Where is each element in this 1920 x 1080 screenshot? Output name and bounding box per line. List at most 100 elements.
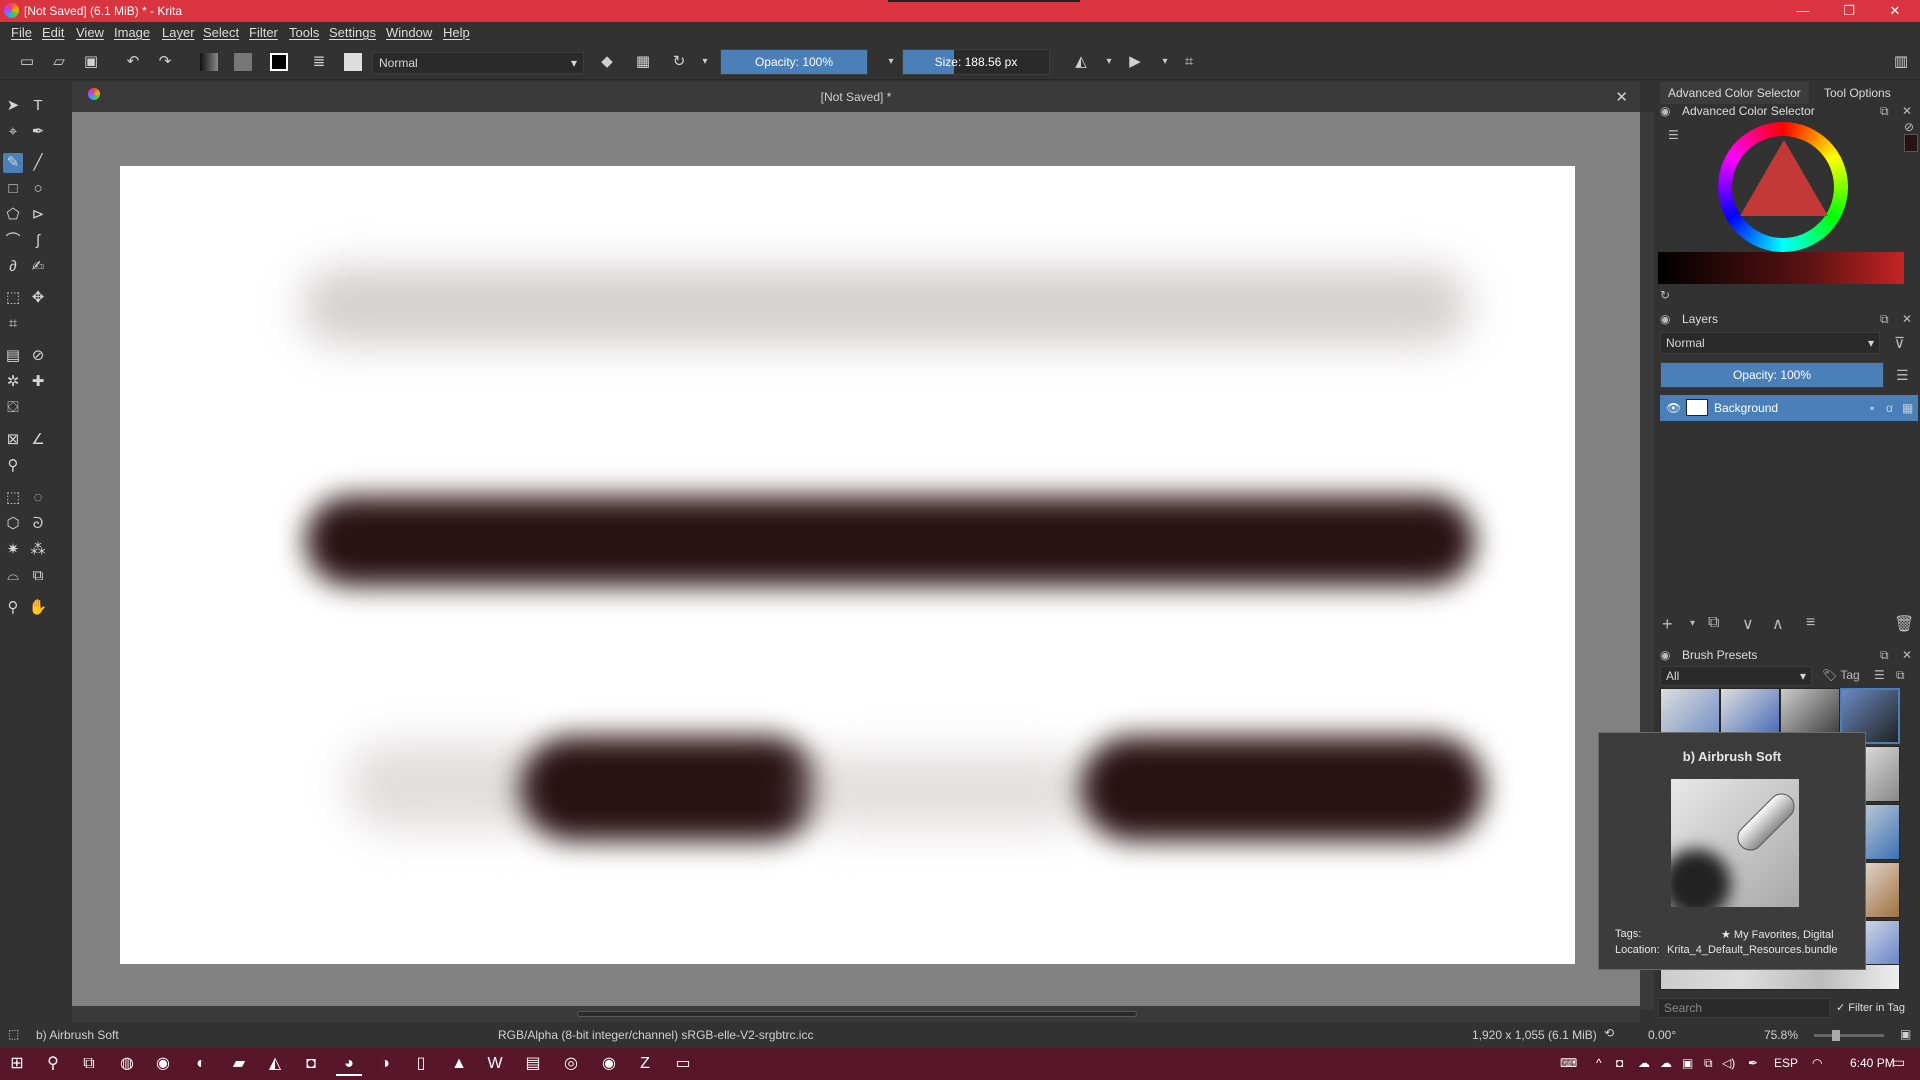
edit-shapes-tool-icon[interactable]: ⌖ [3,122,23,142]
menu-window[interactable]: Window [386,25,432,40]
pen-icon[interactable]: ✒ [1748,1056,1758,1070]
lock-icon[interactable]: ◉ [1660,648,1670,662]
layer-properties-icon[interactable]: ≡ [1806,614,1815,632]
word-icon[interactable]: W [482,1052,508,1076]
alpha-inherit-icon[interactable]: α [1886,401,1893,415]
zoom-tool-icon[interactable]: ⚲ [3,598,23,618]
menu-file[interactable]: File [11,25,32,40]
float-icon[interactable]: ⧉ [1880,104,1889,119]
chevron-down-icon[interactable]: ▾ [1100,53,1118,71]
task-view-icon[interactable]: ⧉ [76,1052,102,1076]
view-mode-icon[interactable]: ☰ [1874,668,1885,682]
document-tab[interactable]: [Not Saved] * ✕ [72,82,1640,112]
menu-tools[interactable]: Tools [289,25,319,40]
saturation-triangle[interactable] [1740,140,1828,216]
size-slider[interactable]: Size: 188.56 px [902,49,1050,75]
bezier-select-tool-icon[interactable]: ⌓ [3,566,23,586]
color-selector-settings-icon[interactable]: ☰ [1668,128,1679,142]
hue-ring[interactable] [1718,122,1848,252]
menu-image[interactable]: Image [114,25,150,40]
measure-tool-icon[interactable]: ∠ [28,430,48,450]
color-shade-strip[interactable] [1658,252,1904,284]
bezier-tool-icon[interactable]: ⌒ [3,231,23,251]
reference-images-tool-icon[interactable]: ⚲ [3,456,23,476]
usb-icon[interactable]: ⧉ [1704,1056,1713,1071]
transform-tool-icon[interactable]: ⬚ [3,288,23,308]
multibrush-tool-icon[interactable]: ✍ [28,257,48,277]
layer-blend-select[interactable]: Normal ▾ [1660,332,1880,354]
cloud-icon[interactable]: ☁ [1660,1056,1672,1070]
dynamic-brush-tool-icon[interactable]: ∂ [3,257,23,277]
close-icon[interactable]: ✕ [1902,312,1912,326]
polygon-select-tool-icon[interactable]: ⬡ [3,514,23,534]
keyboard-icon[interactable]: ⌨ [1560,1056,1577,1070]
menu-select[interactable]: Select [203,25,239,40]
workspace-icon[interactable]: ▥ [1892,53,1910,71]
clock[interactable]: 6:40 PM [1850,1056,1895,1070]
no-color-icon[interactable]: ⊘ [1904,120,1914,134]
chevron-down-icon[interactable]: ▾ [882,53,900,71]
layer-opacity-slider[interactable]: Opacity: 100% [1660,362,1884,388]
gradient-swatch-icon[interactable] [200,53,218,71]
brush-search-input[interactable]: Search [1658,998,1830,1018]
menu-layer[interactable]: Layer [162,25,195,40]
search-icon[interactable]: ⚲ [40,1052,66,1076]
move-tool-icon[interactable]: ✥ [28,288,48,308]
filter-in-tag-checkbox[interactable]: ✓ Filter in Tag [1836,1001,1905,1014]
text-tool-icon[interactable]: T [28,96,48,116]
zoom-slider-handle[interactable] [1832,1030,1840,1041]
menu-view[interactable]: View [76,25,104,40]
layer-lock-icon[interactable]: ▪ [1870,401,1874,415]
assistant-tool-icon[interactable]: ⊠ [3,430,23,450]
contiguous-select-tool-icon[interactable]: ✷ [3,540,23,560]
visibility-eye-icon[interactable]: 👁 [1666,401,1681,415]
colorize-mask-tool-icon[interactable]: ✲ [3,372,23,392]
document-icon[interactable]: ▯ [408,1052,434,1076]
magnetic-select-tool-icon[interactable]: ⧉ [28,566,48,586]
current-color-swatch[interactable] [1904,134,1918,152]
lock-icon[interactable]: ◉ [1660,312,1670,326]
reload-preset-icon[interactable]: ↻ [670,53,688,71]
obs-icon[interactable]: ◎ [558,1052,584,1076]
alpha-lock-icon[interactable]: ▦ [1902,401,1913,415]
delete-layer-icon[interactable]: 🗑 [1894,614,1914,634]
float-icon[interactable]: ⧉ [1880,648,1889,663]
gamepad-icon[interactable]: ◘ [298,1052,324,1076]
tray-chevron-icon[interactable]: ^ [1596,1056,1602,1070]
similar-select-tool-icon[interactable]: ⁂ [28,540,48,560]
close-icon[interactable]: ✕ [1902,104,1912,118]
chrome-icon[interactable]: ◉ [150,1052,176,1076]
color-picker-tool-icon[interactable]: ⊘ [28,346,48,366]
horizontal-scrollbar[interactable] [72,1006,1640,1022]
select-shapes-tool-icon[interactable]: ➤ [3,96,23,116]
brush-filter-select[interactable]: All ▾ [1660,666,1812,686]
brush-preset-icon[interactable] [344,53,362,71]
move-layer-up-icon[interactable]: ∧ [1772,614,1784,634]
maximize-button[interactable]: ❐ [1826,0,1872,22]
language-indicator[interactable]: ESP [1774,1056,1798,1070]
windows-start-icon[interactable]: ⊞ [4,1052,30,1076]
pattern-swatch-icon[interactable] [234,53,252,71]
opacity-slider[interactable]: Opacity: 100% [720,49,868,75]
smart-patch-tool-icon[interactable]: ✚ [28,372,48,392]
redo-icon[interactable]: ↷ [156,53,174,71]
firefox-icon[interactable]: ◐ [188,1052,214,1076]
menu-edit[interactable]: Edit [42,25,64,40]
inkscape-icon[interactable]: ◭ [262,1052,288,1076]
menu-help[interactable]: Help [443,25,470,40]
chevron-down-icon[interactable]: ▾ [1156,53,1174,71]
edge-icon[interactable]: ◍ [114,1052,140,1076]
tag-button[interactable]: 🏷 Tag [1822,668,1860,682]
wifi-icon[interactable]: ◠ [1812,1056,1822,1070]
wrap-around-icon[interactable]: ⌗ [1180,53,1198,71]
status-zoom[interactable]: 75.8% [1764,1028,1798,1042]
add-layer-icon[interactable]: + [1662,614,1673,635]
lock-icon[interactable]: ◉ [1660,104,1670,118]
ellipse-select-tool-icon[interactable]: ◌ [28,488,48,508]
menu-filter[interactable]: Filter [249,25,278,40]
open-folder-icon[interactable]: ▱ [50,53,68,71]
undo-icon[interactable]: ↶ [124,53,142,71]
notepad-icon[interactable]: ▭ [670,1052,696,1076]
status-rotation[interactable]: 0.00° [1648,1028,1676,1042]
filezilla-icon[interactable]: Z [632,1052,658,1076]
